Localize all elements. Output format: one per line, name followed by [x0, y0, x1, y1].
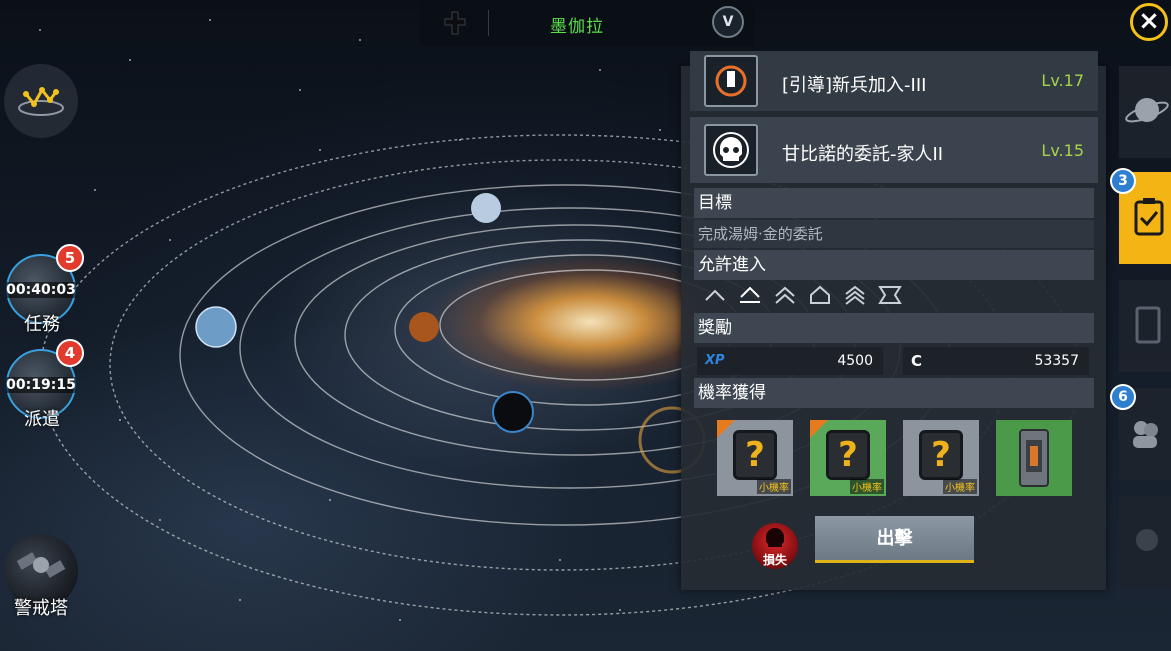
- missions-tab-badge: 3: [1110, 168, 1136, 194]
- missions-button[interactable]: 00:40:03 任務 5: [0, 244, 84, 340]
- drop-item[interactable]: ? 小機率: [903, 420, 979, 496]
- skull-icon: [704, 124, 758, 176]
- dispatch-timer: 00:19:15: [6, 377, 76, 393]
- satellite-icon: [16, 552, 66, 578]
- double-chevron-icon: [773, 284, 797, 306]
- pentagon-icon: [808, 284, 832, 306]
- access-ship-types: [703, 284, 913, 308]
- divider: [488, 10, 489, 36]
- xp-label: XP: [705, 353, 725, 368]
- mission-row[interactable]: [引導]新兵加入-III Lv.17: [690, 51, 1098, 111]
- mission-level: Lv.15: [1041, 141, 1084, 160]
- emblem-icon: [704, 55, 758, 107]
- mystery-crate-icon: ?: [826, 430, 870, 480]
- mission-title: [引導]新兵加入-III: [782, 75, 927, 96]
- objective-text: 完成湯姆·金的委託: [694, 220, 1094, 248]
- frigate-icon: [738, 284, 762, 306]
- objective-header: 目標: [694, 188, 1094, 218]
- reward-xp: XP 4500: [697, 347, 883, 375]
- rank-badge[interactable]: V: [712, 6, 744, 38]
- reward-credits: C 53357: [903, 347, 1089, 375]
- planet-icon[interactable]: [409, 312, 439, 342]
- skull-icon: [766, 528, 784, 547]
- star-map-button[interactable]: [4, 64, 78, 138]
- loss-label: 損失: [762, 553, 787, 567]
- tab-document[interactable]: [1119, 280, 1171, 372]
- credits-label: C: [911, 352, 923, 370]
- bracket-icon: [878, 284, 902, 306]
- planet-icon[interactable]: [195, 306, 237, 348]
- fleet-tab-badge: 6: [1110, 384, 1136, 410]
- close-button[interactable]: ×: [1130, 3, 1168, 41]
- skull-icon: [1136, 529, 1158, 551]
- sortie-button[interactable]: 出擊: [815, 516, 974, 563]
- tab-planet[interactable]: [1119, 66, 1171, 158]
- location-name: 墨伽拉: [550, 17, 604, 37]
- planet-icon[interactable]: [492, 391, 534, 433]
- chevron-icon: [703, 284, 727, 306]
- xp-value: 4500: [837, 353, 873, 369]
- loss-warning: 損失: [752, 523, 798, 569]
- access-header: 允許進入: [694, 250, 1094, 280]
- missions-timer: 00:40:03: [6, 282, 76, 298]
- cross-icon[interactable]: [442, 10, 468, 36]
- mystery-crate-icon: ?: [733, 430, 777, 480]
- blueprint-box-icon: [1019, 429, 1049, 487]
- document-icon: [1135, 306, 1161, 344]
- dispatch-label: 派遣: [24, 409, 60, 430]
- dispatch-button[interactable]: 00:19:15 派遣 4: [0, 339, 84, 435]
- mystery-crate-icon: ?: [919, 430, 963, 480]
- planet-icon[interactable]: [471, 193, 501, 223]
- drop-item[interactable]: ? 小機率: [717, 420, 793, 496]
- triple-chevron-icon: [843, 284, 867, 306]
- tab-skull[interactable]: [1119, 496, 1171, 588]
- missions-badge: 5: [56, 244, 84, 272]
- drop-chance-tag: 小機率: [943, 479, 977, 494]
- drop-chance-tag: 小機率: [757, 479, 791, 494]
- watchtower-label: 警戒塔: [14, 598, 68, 619]
- mission-title: 甘比諾的委託-家人II: [782, 144, 944, 165]
- mission-row[interactable]: 甘比諾的委託-家人II Lv.15: [690, 117, 1098, 183]
- credits-value: 53357: [1034, 353, 1079, 369]
- dispatch-badge: 4: [56, 339, 84, 367]
- drop-item[interactable]: [996, 420, 1072, 496]
- drops-header: 機率獲得: [694, 378, 1094, 408]
- rewards-header: 獎勵: [694, 313, 1094, 343]
- close-icon: ×: [1138, 6, 1160, 36]
- missions-label: 任務: [24, 314, 60, 335]
- drop-chance-tag: 小機率: [850, 479, 884, 494]
- mission-panel: [引導]新兵加入-III Lv.17 甘比諾的委託-家人II Lv.15 目標 …: [681, 51, 1106, 590]
- drop-item[interactable]: ? 小機率: [810, 420, 886, 496]
- constellation-icon: [18, 87, 64, 116]
- planet-icon: [1125, 98, 1169, 123]
- location-bar: 墨伽拉 V: [420, 0, 754, 46]
- mission-level: Lv.17: [1041, 71, 1084, 90]
- watchtower-button[interactable]: 警戒塔: [4, 534, 78, 619]
